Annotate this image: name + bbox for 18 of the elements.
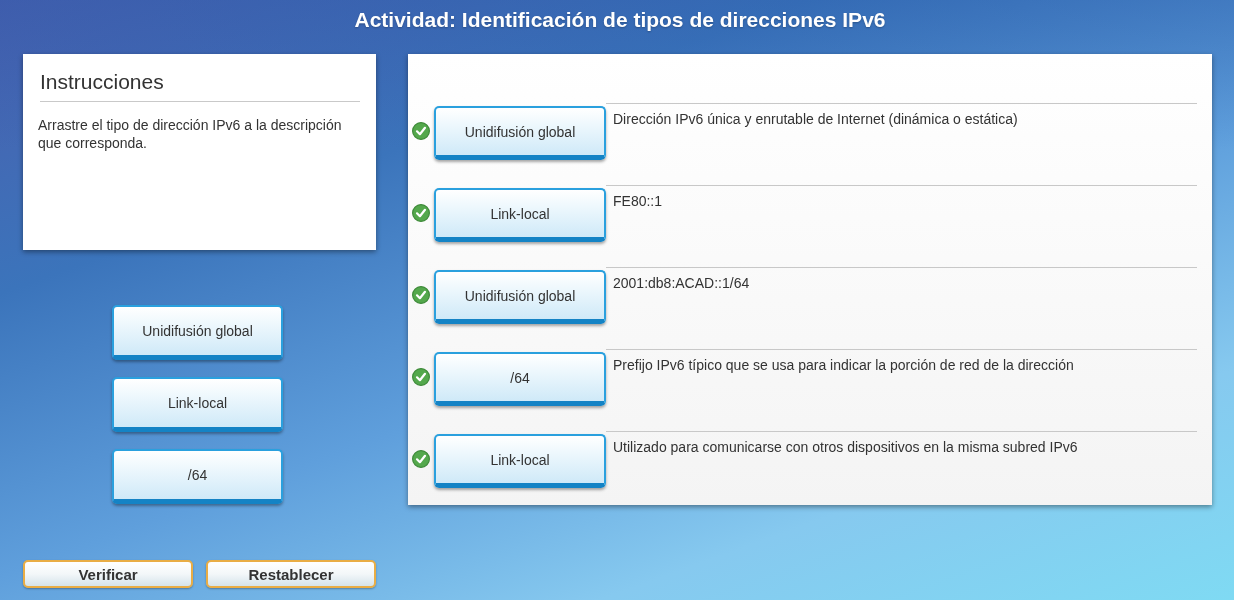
activity-title: Actividad: Identificación de tipos de direcciones IPv6 [353,7,887,33]
answer-tile[interactable]: Link-local [434,188,606,242]
description-text: Utilizado para comunicarse con otros dispositivos en la misma subred IPv6 [613,439,1078,455]
description-text: Dirección IPv6 única y enrutable de Internet (dinámica o estática) [613,111,1018,127]
reset-button[interactable]: Restablecer [206,560,376,588]
answer-tile[interactable]: /64 [434,352,606,406]
check-button[interactable]: Verificar [23,560,193,588]
answer-tile[interactable]: Link-local [434,434,606,488]
answer-tile[interactable]: Unidifusión global [112,305,283,360]
answer-tile[interactable]: /64 [112,449,283,504]
description-text: Prefijo IPv6 típico que se usa para indicar la porción de red de la dirección [613,357,1074,373]
description-text: FE80::1 [613,193,663,209]
instructions-text: Arrastre el tipo de dirección IPv6 a la descripción que corresponda. [38,116,343,152]
answer-tile[interactable]: Unidifusión global [434,270,606,324]
instructions-heading: Instrucciones [40,70,165,94]
answer-tile[interactable]: Unidifusión global [434,106,606,160]
description-text: 2001:db8:ACAD::1/64 [613,275,750,291]
answer-tile[interactable]: Link-local [112,377,283,432]
